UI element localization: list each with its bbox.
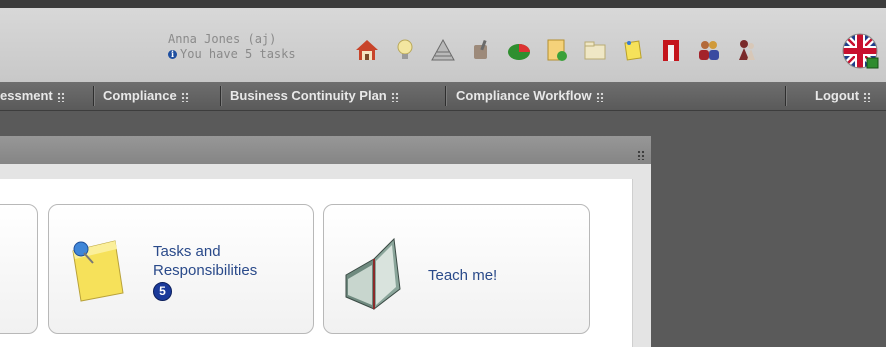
lightbulb-icon[interactable] — [390, 35, 420, 65]
users-icon[interactable] — [694, 35, 724, 65]
open-book-icon — [344, 235, 412, 311]
notes-icon[interactable] — [618, 35, 648, 65]
grip-icon — [180, 92, 189, 102]
cup-icon[interactable] — [466, 35, 496, 65]
dashboard-panel: Tasks and Responsibilities 5 Teach me! — [0, 136, 651, 347]
fire-extinguisher-icon[interactable] — [656, 35, 686, 65]
dashboard-tile-partial[interactable] — [0, 204, 38, 334]
panel-header — [0, 136, 651, 164]
nav-item-business-continuity-plan[interactable]: Business Continuity Plan — [230, 82, 399, 110]
teach-me-tile[interactable]: Teach me! — [323, 204, 590, 334]
nav-separator — [785, 86, 787, 106]
nav-item-assessment[interactable]: essment — [0, 82, 65, 110]
pyramid-icon[interactable] — [428, 35, 458, 65]
folder-icon[interactable] — [580, 35, 610, 65]
info-icon: i — [168, 50, 177, 59]
nav-item-compliance[interactable]: Compliance — [103, 82, 189, 110]
tasks-responsibilities-tile[interactable]: Tasks and Responsibilities 5 — [48, 204, 314, 334]
panel-frame: Tasks and Responsibilities 5 Teach me! — [0, 164, 651, 347]
logout-button[interactable]: Logout — [815, 82, 872, 110]
uk-flag-icon[interactable] — [841, 32, 879, 70]
panel-content: Tasks and Responsibilities 5 Teach me! — [0, 179, 633, 347]
toolbar — [352, 32, 762, 68]
home-icon[interactable] — [352, 35, 382, 65]
grip-icon — [56, 92, 65, 102]
user-info: Anna Jones (aj) i You have 5 tasks — [168, 32, 296, 62]
grip-icon — [390, 92, 399, 102]
task-count-badge: 5 — [153, 282, 172, 301]
nav-item-compliance-workflow[interactable]: Compliance Workflow — [456, 82, 604, 110]
teach-me-label[interactable]: Teach me! — [428, 266, 497, 285]
document-check-icon[interactable] — [542, 35, 572, 65]
tasks-responsibilities-label[interactable]: Tasks and Responsibilities 5 — [153, 242, 257, 301]
grip-icon — [595, 92, 604, 102]
pie-chart-icon[interactable] — [504, 35, 534, 65]
sticky-note-icon — [67, 237, 125, 303]
tasks-notice-text[interactable]: You have 5 tasks — [180, 47, 296, 62]
nav-separator — [445, 86, 447, 106]
tasks-notice[interactable]: i You have 5 tasks — [168, 47, 296, 62]
main-nav: essment Compliance Business Continuity P… — [0, 82, 886, 111]
user-name: Anna Jones (aj) — [168, 32, 277, 46]
pawn-icon[interactable] — [732, 35, 762, 65]
grip-icon — [863, 92, 872, 102]
panel-grip-icon[interactable] — [637, 150, 645, 160]
header-bar: Anna Jones (aj) i You have 5 tasks — [0, 0, 886, 82]
nav-separator — [220, 86, 222, 106]
nav-separator — [93, 86, 95, 106]
